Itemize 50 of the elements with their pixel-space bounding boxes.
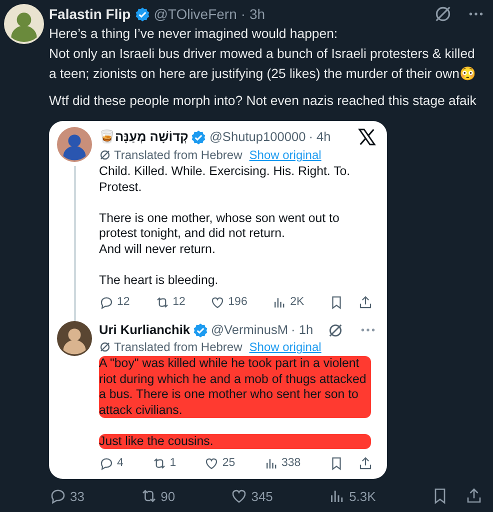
reply-text: Child. Killed. While. Exercising. His. Right. To. Protest. xyxy=(99,164,352,195)
author-name[interactable]: Uri Kurlianchik xyxy=(99,321,190,340)
reply-button[interactable]: 12 xyxy=(99,294,130,312)
reply-text: The heart is bleeding. xyxy=(99,272,220,288)
reply-icon xyxy=(49,487,67,506)
reply-icon xyxy=(99,456,114,472)
reply-icon xyxy=(99,295,114,310)
timestamp[interactable]: · 4h xyxy=(308,128,331,146)
avatar[interactable] xyxy=(57,127,92,162)
reply-button[interactable]: 4 xyxy=(99,455,124,472)
repost-icon xyxy=(152,456,167,472)
translate-icon xyxy=(99,149,111,161)
share-icon[interactable] xyxy=(358,456,373,472)
like-button[interactable]: 25 xyxy=(204,455,236,472)
views-button[interactable]: 5.3K xyxy=(328,486,376,506)
share-icon[interactable] xyxy=(358,295,373,310)
repost-button[interactable]: 12 xyxy=(154,294,186,312)
mute-icon[interactable] xyxy=(433,4,453,24)
reply-text: Just like the cousins. xyxy=(99,434,371,450)
mute-icon[interactable] xyxy=(327,322,344,339)
reply-button[interactable]: 33 xyxy=(49,486,84,506)
author-handle[interactable]: @TOliveFern xyxy=(154,5,237,23)
repost-button[interactable]: 1 xyxy=(152,455,176,472)
author-handle[interactable]: @Shutup100000 xyxy=(209,128,306,146)
like-icon xyxy=(230,487,248,506)
translation-label: Translated from Hebrew xyxy=(114,147,242,163)
reply-text: A "boy" was killed while he took part in a violent riot during which he and a mob of thugs attacked a bus. There is one mother who sent her son to attack civilians. xyxy=(99,356,371,418)
like-button[interactable]: 345 xyxy=(230,486,273,506)
views-button[interactable]: 2K xyxy=(272,294,304,312)
author-handle[interactable]: @VerminusM xyxy=(211,321,288,340)
like-icon xyxy=(204,456,220,472)
timestamp[interactable]: · 1h xyxy=(291,321,314,340)
like-icon xyxy=(210,295,226,310)
translation-label: Translated from Hebrew xyxy=(114,339,242,356)
author-name[interactable]: Falastin Flip xyxy=(49,5,131,23)
views-icon xyxy=(264,456,278,472)
timestamp[interactable]: · 3h xyxy=(240,5,266,23)
repost-icon xyxy=(154,295,170,310)
like-button[interactable]: 196 xyxy=(210,294,248,312)
x-logo-icon[interactable] xyxy=(357,127,377,147)
tweet-text: Here’s a thing I’ve never imagined would happen: Not only an Israeli bus driver mowed a bunch of Israeli protesters & killed a teen; zionists on here are justifying (25 likes) the murder of their own😳 xyxy=(49,25,476,83)
avatar[interactable] xyxy=(57,321,92,356)
repost-button[interactable]: 90 xyxy=(140,486,176,506)
author-name[interactable]: קְדוֹשָׁה מְעַנָּה🥃 xyxy=(99,128,188,146)
translate-icon xyxy=(99,341,111,354)
reply-text: There is one mother, whose son went out to protest tonight, and did not return. And will never return. xyxy=(99,210,340,257)
views-button[interactable]: 338 xyxy=(264,455,301,472)
tweet-text: Wtf did these people morph into? Not even nazis reached this stage afaik xyxy=(49,92,478,110)
avatar[interactable] xyxy=(4,4,44,44)
share-icon[interactable] xyxy=(464,487,483,506)
